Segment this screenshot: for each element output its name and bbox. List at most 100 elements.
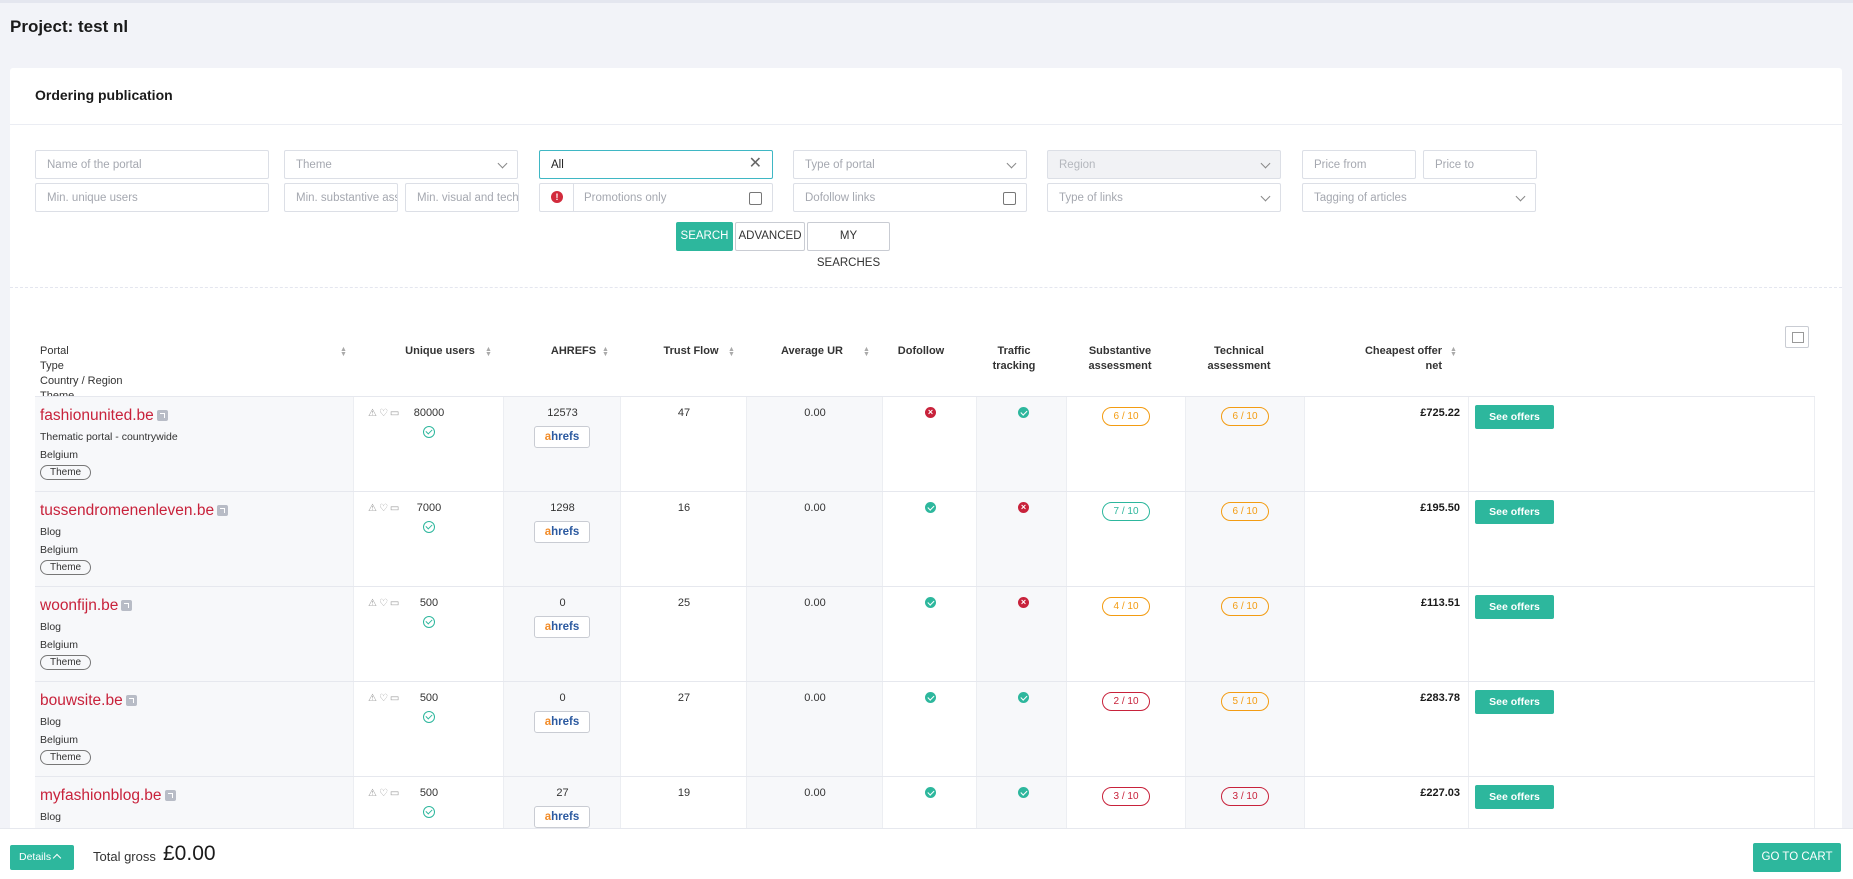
clear-icon[interactable]: ✕	[749, 156, 762, 172]
header-portal[interactable]: Portal Type Country / Region Theme	[40, 344, 123, 404]
go-to-cart-button[interactable]: GO TO CART	[1753, 843, 1841, 872]
my-searches-button[interactable]: MY SEARCHES	[807, 222, 890, 269]
table-row: fashionunited.be Thematic portal - countr…	[35, 396, 1815, 492]
portal-link[interactable]: woonfijn.be	[40, 597, 133, 615]
header-substantive-line2: assessment	[1088, 360, 1152, 372]
average-ur-value: 0.00	[804, 787, 826, 799]
sort-icon[interactable]: ▲ ▼	[728, 346, 735, 358]
external-link-icon[interactable]	[121, 600, 133, 611]
portal-link[interactable]: myfashionblog.be	[40, 787, 176, 805]
header-average-ur[interactable]: Average UR	[750, 344, 874, 359]
portal-name-input[interactable]: Name of the portal	[35, 150, 269, 179]
section-divider	[10, 287, 1842, 288]
min-unique-users-input[interactable]: Min. unique users	[35, 183, 269, 212]
promotions-only-toggle[interactable]: ! Promotions only	[539, 183, 773, 212]
total-gross-label: Total gross	[93, 849, 156, 864]
price-from-input[interactable]: Price from	[1302, 150, 1416, 179]
substantive-badge: 3 / 10	[1102, 787, 1150, 806]
columns-toggle-button[interactable]	[1785, 326, 1809, 348]
unique-users-value: 500	[419, 787, 439, 799]
ahrefs-logo[interactable]: ahrefs	[534, 711, 590, 733]
external-link-icon[interactable]	[156, 410, 168, 421]
header-traffic-line2: tracking	[992, 360, 1036, 372]
cheapest-price: £195.50	[1420, 502, 1460, 514]
total-gross-value: £0.00	[163, 842, 216, 865]
see-offers-button[interactable]: See offers	[1475, 405, 1554, 429]
advanced-button[interactable]: ADVANCED	[735, 222, 805, 251]
sort-icon[interactable]: ▲ ▼	[602, 346, 609, 358]
sort-icon[interactable]: ▲ ▼	[485, 346, 492, 358]
technical-badge: 6 / 10	[1221, 407, 1269, 426]
cross-icon: ×	[1018, 502, 1029, 513]
portal-country: Belgium	[40, 639, 78, 651]
sort-icon[interactable]: ▲ ▼	[1450, 346, 1457, 358]
header-technical-line2: assessment	[1207, 360, 1271, 372]
cross-icon: ×	[925, 407, 936, 418]
see-offers-button[interactable]: See offers	[1475, 690, 1554, 714]
external-link-icon[interactable]	[164, 790, 176, 801]
details-button[interactable]: Details	[10, 845, 74, 870]
ahrefs-logo[interactable]: ahrefs	[534, 426, 590, 448]
portal-link[interactable]: fashionunited.be	[40, 407, 168, 425]
header-portal-label: Portal	[40, 345, 69, 357]
chevron-down-icon	[1260, 158, 1271, 169]
table-row: bouwsite.be Blog Belgium Theme ⚠♡▭ 500 0 ahrefs…	[35, 681, 1815, 777]
type-of-links-select[interactable]: Type of links	[1047, 183, 1281, 212]
technical-badge: 6 / 10	[1221, 502, 1269, 521]
theme-tag[interactable]: Theme	[40, 560, 92, 575]
min-substantive-input[interactable]: Min. substantive asses	[284, 183, 398, 212]
min-visual-input[interactable]: Min. visual and techni	[405, 183, 519, 212]
substantive-badge: 2 / 10	[1102, 692, 1150, 711]
portal-type: Blog	[40, 811, 62, 823]
table-row: woonfijn.be Blog Belgium Theme ⚠♡▭ 500 0 ahrefs…	[35, 586, 1815, 682]
theme-tag[interactable]: Theme	[40, 465, 92, 480]
portal-type: Blog	[40, 526, 62, 538]
dofollow-checkbox[interactable]	[1003, 192, 1016, 205]
trust-flow-value: 25	[677, 597, 691, 609]
portal-name[interactable]: bouwsite.be	[40, 692, 123, 709]
language-select[interactable]: All ✕	[539, 150, 773, 179]
promotions-checkbox[interactable]	[749, 192, 762, 205]
dofollow-links-toggle[interactable]: Dofollow links	[793, 183, 1027, 212]
chevron-down-icon	[1260, 191, 1271, 202]
portal-name[interactable]: woonfijn.be	[40, 597, 118, 614]
search-button[interactable]: SEARCH	[676, 222, 733, 251]
type-of-portal-select[interactable]: Type of portal	[793, 150, 1027, 179]
portal-name[interactable]: fashionunited.be	[40, 407, 154, 424]
see-offers-button[interactable]: See offers	[1475, 595, 1554, 619]
theme-tag[interactable]: Theme	[40, 655, 92, 670]
sort-icon[interactable]: ▲ ▼	[863, 346, 870, 358]
external-link-icon[interactable]	[125, 695, 137, 706]
price-to-input[interactable]: Price to	[1423, 150, 1537, 179]
chevron-up-icon	[52, 853, 62, 863]
sort-icon[interactable]: ▲ ▼	[340, 346, 347, 358]
check-icon	[925, 597, 936, 608]
see-offers-button[interactable]: See offers	[1475, 785, 1554, 809]
header-unique-users[interactable]: Unique users	[365, 344, 515, 359]
trust-flow-value: 27	[677, 692, 691, 704]
header-cheapest-offer[interactable]: Cheapest offer net	[1298, 344, 1442, 374]
header-ahrefs[interactable]: AHREFS	[515, 344, 632, 359]
unique-users-value: 500	[419, 597, 439, 609]
header-cheapest-line2: net	[1425, 360, 1443, 372]
unique-users-value: 7000	[416, 502, 442, 514]
portal-type: Thematic portal - countrywide	[40, 431, 178, 443]
portal-country: Belgium	[40, 449, 78, 461]
ahrefs-logo[interactable]: ahrefs	[534, 806, 590, 828]
portal-link[interactable]: bouwsite.be	[40, 692, 137, 710]
average-ur-value: 0.00	[804, 502, 826, 514]
see-offers-button[interactable]: See offers	[1475, 500, 1554, 524]
theme-tag[interactable]: Theme	[40, 750, 92, 765]
ahrefs-logo[interactable]: ahrefs	[534, 521, 590, 543]
ahrefs-value: 1298	[550, 502, 575, 514]
theme-select[interactable]: Theme	[284, 150, 518, 179]
cross-icon: ×	[1018, 597, 1029, 608]
page-title: Project: test nl	[10, 17, 129, 36]
cheapest-price: £283.78	[1420, 692, 1460, 704]
portal-name[interactable]: tussendromenenleven.be	[40, 502, 214, 519]
external-link-icon[interactable]	[217, 505, 229, 516]
portal-name[interactable]: myfashionblog.be	[40, 787, 162, 804]
tagging-select[interactable]: Tagging of articles	[1302, 183, 1536, 212]
ahrefs-logo[interactable]: ahrefs	[534, 616, 590, 638]
portal-link[interactable]: tussendromenenleven.be	[40, 502, 229, 520]
